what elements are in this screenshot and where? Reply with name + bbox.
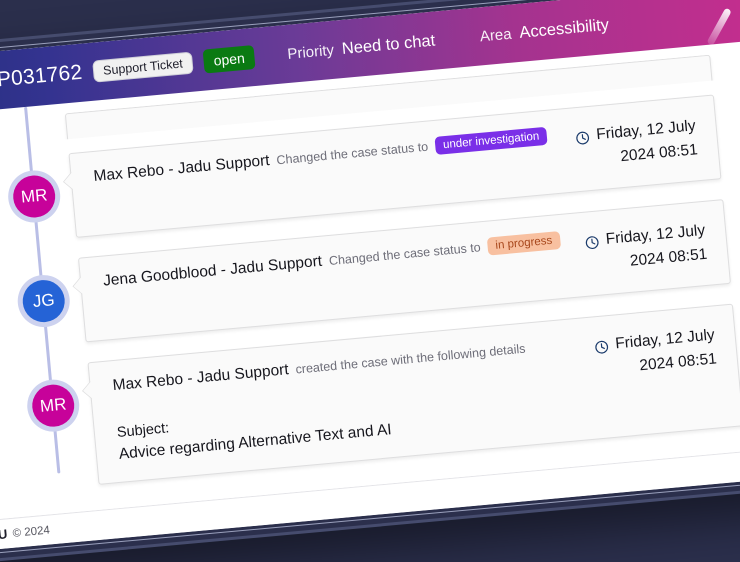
- entry-actor[interactable]: Max Rebo - Jadu Support: [93, 152, 271, 186]
- clock-icon: [594, 338, 610, 354]
- entry-timestamp: Friday, 12 July 2024 08:51: [574, 113, 699, 173]
- avatar[interactable]: JG: [20, 278, 67, 324]
- priority-label: Priority: [286, 41, 335, 63]
- tablet-device-frame: SUP031762 Support Ticket open Priority N…: [0, 0, 740, 562]
- avatar-ring: JG: [15, 272, 72, 330]
- priority-value[interactable]: Need to chat: [341, 31, 436, 58]
- entry-actor[interactable]: Max Rebo - Jadu Support: [112, 361, 290, 395]
- clock-icon: [575, 128, 591, 144]
- clock-icon: [584, 233, 600, 249]
- card-headline: Jena Goodblood - Jadu Support Changed th…: [102, 230, 571, 290]
- ticket-id: SUP031762: [0, 60, 84, 95]
- avatar-ring: MR: [25, 377, 82, 434]
- avatar[interactable]: MR: [30, 382, 77, 429]
- timeline-body: MR Max Rebo - Jadu Support Changed the c…: [0, 40, 740, 523]
- status-badge: in progress: [486, 231, 561, 256]
- area-meta: Area Accessibility: [479, 15, 610, 46]
- card-headline: Max Rebo - Jadu Support created the case…: [112, 335, 581, 395]
- avatar-ring: MR: [5, 168, 63, 225]
- jadu-logo: JADU: [0, 526, 9, 545]
- entry-action: Changed the case status to: [275, 139, 429, 168]
- avatar-initials: MR: [20, 185, 49, 207]
- device-screen: SUP031762 Support Ticket open Priority N…: [0, 0, 740, 553]
- status-badge: under investigation: [434, 126, 548, 155]
- entry-action: created the case with the following deta…: [294, 341, 526, 377]
- ticket-type-chip[interactable]: Support Ticket: [92, 51, 194, 83]
- scene: SUP031762 Support Ticket open Priority N…: [0, 0, 740, 562]
- avatar-initials: JG: [31, 290, 56, 312]
- avatar[interactable]: MR: [11, 173, 58, 220]
- area-label: Area: [479, 25, 513, 45]
- area-value[interactable]: Accessibility: [519, 15, 610, 42]
- card-headline: Max Rebo - Jadu Support Changed the case…: [93, 126, 562, 186]
- card-content: Jena Goodblood - Jadu Support Changed th…: [102, 230, 571, 290]
- ticket-status-badge[interactable]: open: [202, 45, 256, 74]
- case-details: Subject: Advice regarding Alternative Te…: [116, 383, 587, 464]
- avatar-initials: MR: [39, 394, 68, 416]
- entry-action: Changed the case status to: [328, 240, 482, 269]
- copyright-text: © 2024: [12, 523, 51, 540]
- entry-actor[interactable]: Jena Goodblood - Jadu Support: [102, 253, 322, 291]
- entry-timestamp: Friday, 12 July 2024 08:51: [584, 218, 709, 278]
- card-content: Max Rebo - Jadu Support Changed the case…: [93, 126, 562, 186]
- entry-timestamp: Friday, 12 July 2024 08:51: [593, 323, 718, 383]
- card-content: Max Rebo - Jadu Support created the case…: [112, 335, 587, 464]
- priority-meta: Priority Need to chat: [287, 31, 436, 63]
